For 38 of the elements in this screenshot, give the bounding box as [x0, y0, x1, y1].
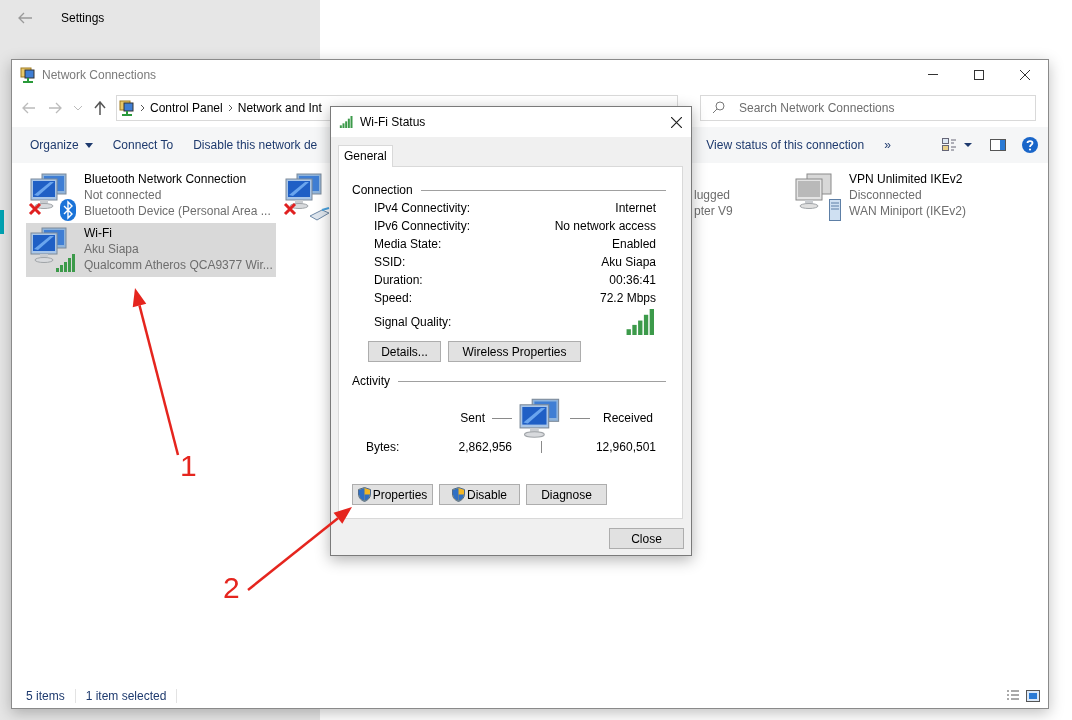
window-title: Settings — [61, 11, 105, 25]
annotation-number: 2 — [223, 572, 240, 604]
field-value: Enabled — [611, 237, 656, 251]
connection-name: Wi-Fi — [84, 225, 113, 241]
connection-name: VPN Unlimited IKEv2 — [849, 171, 964, 187]
group-heading: Connection — [352, 183, 413, 197]
adapter-name: Qualcomm Atheros QCA9377 Wir... — [84, 257, 273, 273]
field-label: Speed: — [374, 291, 413, 305]
dialog-title: Wi-Fi Status — [360, 115, 426, 129]
annotation-number: 1 — [180, 450, 197, 482]
connection-status: lugged — [694, 187, 732, 203]
field-label: Signal Quality: — [374, 315, 452, 329]
connection-status: Disconnected — [849, 187, 923, 203]
status-text: 1 item selected — [85, 689, 178, 703]
adapter-name: pter V9 — [694, 203, 733, 219]
bytes-sent: 2,862,956 — [457, 440, 512, 454]
field-label: IPv4 Connectivity: — [374, 201, 471, 215]
received-label: Received — [603, 411, 654, 425]
group-heading: Activity — [352, 374, 390, 388]
field-value: No network access — [554, 219, 656, 233]
connection-name: Bluetooth Network Connection — [84, 171, 248, 187]
field-label: Duration: — [374, 273, 423, 287]
field-label: Bytes: — [366, 440, 401, 454]
field-value: 72.2 Mbps — [599, 291, 656, 305]
window-title: Network Connections — [42, 67, 157, 82]
field-label: Media State: — [374, 237, 442, 251]
connection-status: Aku Siapa — [84, 241, 140, 257]
sent-label: Sent — [460, 411, 485, 425]
adapter-name: WAN Miniport (IKEv2) — [849, 203, 966, 219]
adapter-name: Bluetooth Device (Personal Area ... — [84, 203, 271, 219]
field-value: 00:36:41 — [609, 273, 656, 287]
connection-status: Not connected — [84, 187, 163, 203]
status-text: 5 items — [26, 689, 76, 703]
field-value: Internet — [615, 201, 656, 215]
field-value: Aku Siapa — [601, 255, 656, 269]
bytes-received: 12,960,501 — [594, 440, 656, 454]
field-label: SSID: — [374, 255, 406, 269]
field-label: IPv6 Connectivity: — [374, 219, 471, 233]
